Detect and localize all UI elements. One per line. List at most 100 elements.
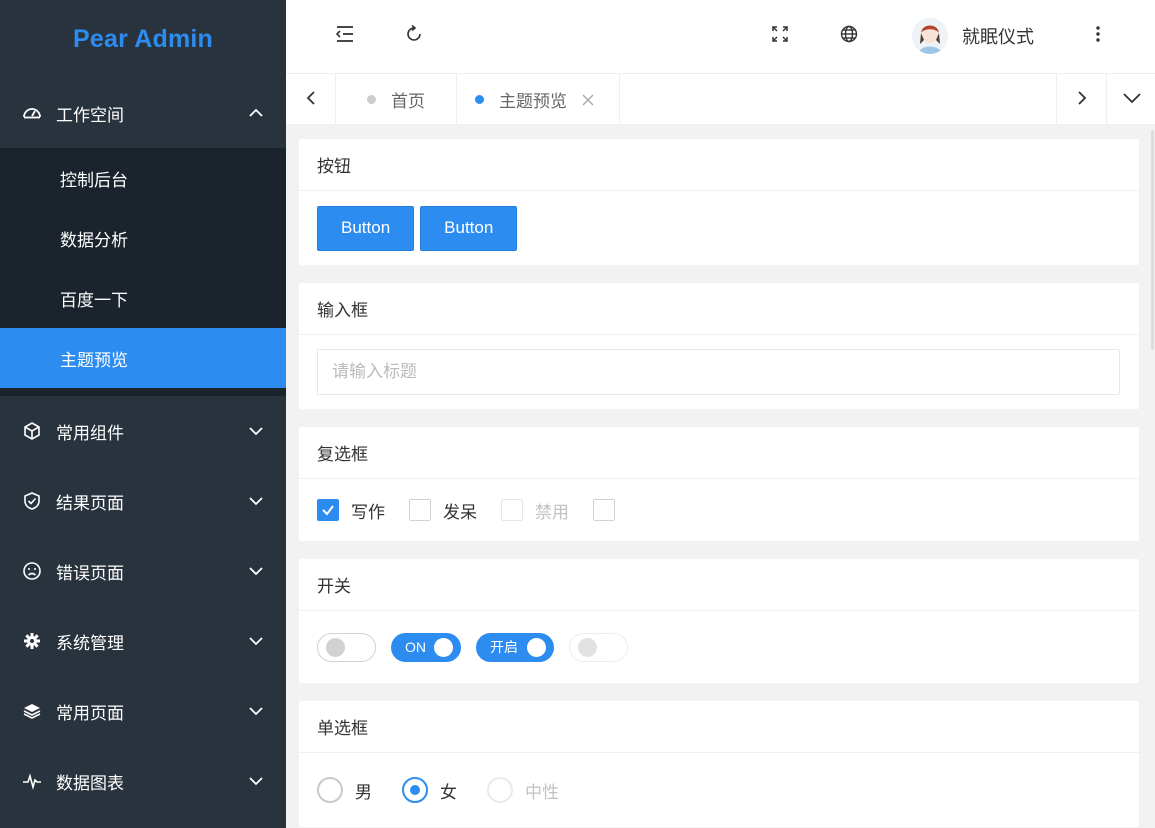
sidebar-item-charts[interactable]: 数据图表 (0, 746, 286, 816)
fullscreen-button[interactable] (762, 18, 798, 54)
tab-theme-preview[interactable]: 主题预览 (457, 74, 620, 125)
layers-icon (22, 701, 42, 721)
sidebar: Pear Admin 工作空间 控制后台 数据分析 百度一下 主题预览 常用组件… (0, 0, 286, 828)
checkbox-card: 复选框 写作 发呆 禁用 (299, 427, 1139, 541)
tab-status-dot (475, 95, 484, 104)
sad-face-icon (22, 561, 42, 581)
card-title: 输入框 (299, 283, 1139, 335)
sidebar-item-results[interactable]: 结果页面 (0, 466, 286, 536)
sidebar-subitem-label: 控制后台 (60, 170, 128, 191)
more-button[interactable] (1080, 18, 1116, 54)
checkbox-box (409, 499, 431, 521)
top-header: 就眠仪式 (286, 0, 1155, 73)
input-card: 输入框 (299, 283, 1139, 409)
tab-status-dot (367, 95, 376, 104)
sidebar-subitem-analysis[interactable]: 数据分析 (0, 208, 286, 268)
workspace-submenu: 控制后台 数据分析 百度一下 主题预览 (0, 148, 286, 396)
radio-male[interactable]: 男 (317, 777, 372, 803)
chevron-down-icon (1122, 92, 1141, 108)
title-input[interactable] (317, 349, 1120, 395)
pulse-icon (22, 771, 42, 791)
radio-label: 女 (440, 782, 457, 803)
sidebar-item-components[interactable]: 常用组件 (0, 396, 286, 466)
sidebar-item-pages[interactable]: 常用页面 (0, 676, 286, 746)
app-title: Pear Admin (72, 24, 213, 53)
radio-female[interactable]: 女 (402, 777, 457, 803)
switch-text: 开启 (490, 639, 518, 655)
tab-label: 首页 (391, 92, 425, 112)
tab-scroll-right-button[interactable] (1056, 74, 1106, 125)
menu-fold-icon (335, 25, 355, 47)
logo[interactable]: Pear Admin (0, 0, 286, 78)
check-icon (322, 505, 334, 516)
radio-circle (317, 777, 343, 803)
switch-text: ON (405, 639, 426, 655)
user-name: 就眠仪式 (962, 27, 1034, 48)
switch-off[interactable] (317, 632, 376, 662)
checkbox-daydream[interactable]: 发呆 (409, 498, 477, 523)
language-button[interactable] (831, 18, 867, 54)
close-icon[interactable] (581, 93, 595, 107)
radio-label: 男 (355, 782, 372, 803)
sidebar-subitem-theme-preview[interactable]: 主题预览 (0, 328, 286, 388)
card-title: 复选框 (299, 427, 1139, 479)
switch-enabled[interactable]: 开启 (476, 632, 554, 662)
refresh-button[interactable] (396, 18, 432, 54)
switch-knob (434, 637, 453, 657)
checkbox-writing[interactable]: 写作 (317, 498, 385, 523)
radio-circle (402, 777, 428, 803)
primary-button-1[interactable]: Button (317, 205, 415, 251)
dashboard-icon (22, 103, 42, 123)
chevron-up-icon (248, 105, 264, 121)
tab-home[interactable]: 首页 (337, 74, 457, 125)
card-title: 单选框 (299, 701, 1139, 753)
checkbox-label: 写作 (351, 502, 385, 523)
chevron-down-icon (248, 423, 264, 439)
user-menu[interactable]: 就眠仪式 (912, 14, 1034, 58)
card-title: 按钮 (299, 139, 1139, 191)
radio-label: 中性 (525, 782, 559, 803)
radio-neutral: 中性 (487, 777, 559, 803)
submenu-divider (0, 388, 286, 396)
button-card: 按钮 Button Button (299, 139, 1139, 265)
checkbox-label: 发呆 (443, 502, 477, 523)
radio-card: 单选框 男 女 中性 (299, 701, 1139, 827)
shield-check-icon (22, 491, 42, 511)
switch-disabled (569, 632, 628, 662)
checkbox-disabled: 禁用 (501, 498, 569, 523)
sidebar-item-workspace[interactable]: 工作空间 (0, 78, 286, 148)
tab-scroll-left-button[interactable] (286, 74, 336, 125)
sidebar-subitem-console[interactable]: 控制后台 (0, 148, 286, 208)
checkbox-box (501, 499, 523, 521)
checkbox-label: 禁用 (535, 502, 569, 523)
globe-icon (840, 25, 858, 47)
switch-on[interactable]: ON (391, 632, 461, 662)
chevron-right-icon (1075, 90, 1089, 110)
tab-label: 主题预览 (499, 92, 567, 112)
sidebar-subitem-label: 数据分析 (60, 230, 128, 251)
sidebar-item-errors[interactable]: 错误页面 (0, 536, 286, 606)
sidebar-subitem-baidu[interactable]: 百度一下 (0, 268, 286, 328)
primary-button-2[interactable]: Button (420, 205, 518, 251)
checkbox-box (317, 499, 339, 521)
switch-knob (578, 637, 597, 657)
chevron-down-icon (248, 493, 264, 509)
sidebar-subitem-label: 主题预览 (60, 350, 128, 371)
gear-icon (22, 631, 42, 651)
fullscreen-icon (771, 25, 789, 47)
chevron-down-icon (248, 773, 264, 789)
more-vertical-icon (1095, 25, 1101, 47)
switch-knob (527, 637, 546, 657)
menu-fold-button[interactable] (327, 18, 363, 54)
sidebar-item-system[interactable]: 系统管理 (0, 606, 286, 676)
refresh-icon (404, 24, 424, 48)
sidebar-subitem-label: 百度一下 (60, 290, 128, 311)
avatar (912, 18, 948, 54)
chevron-down-icon (248, 563, 264, 579)
chevron-down-icon (248, 633, 264, 649)
switch-knob (326, 637, 345, 657)
tab-options-button[interactable] (1106, 74, 1155, 125)
scrollbar-thumb[interactable] (1151, 130, 1154, 350)
checkbox-unlabeled[interactable] (593, 499, 627, 521)
chevron-left-icon (304, 90, 318, 110)
